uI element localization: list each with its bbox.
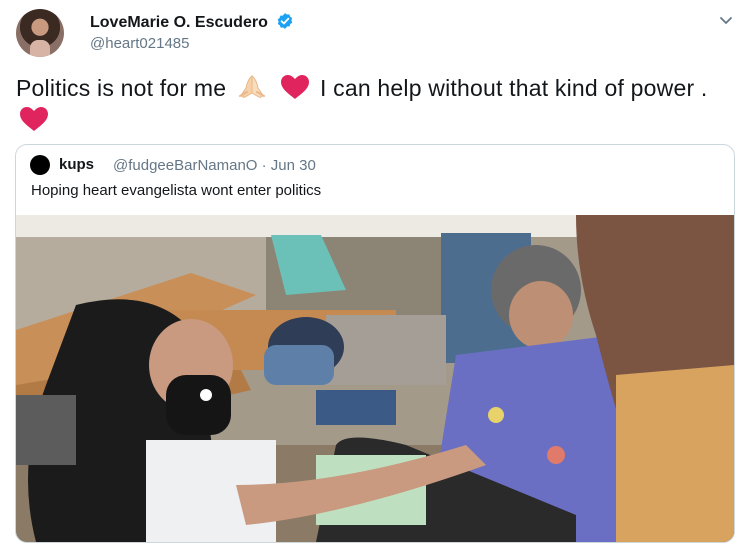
author-name-row: LoveMarie O. Escudero	[90, 12, 294, 32]
quoted-tweet-text: Hoping heart evangelista wont enter poli…	[31, 182, 322, 199]
chevron-down-icon[interactable]	[718, 12, 734, 28]
verified-badge-icon	[278, 13, 293, 29]
folded-hands-icon	[238, 75, 265, 98]
quoted-tweet-photo[interactable]	[16, 215, 734, 542]
red-heart-icon	[281, 75, 310, 99]
quoted-author-name[interactable]: kups	[59, 156, 94, 173]
author-handle[interactable]: @heart021485	[90, 35, 189, 52]
quoted-author-handle-date[interactable]: @fudgeeBarNamanO · Jun 30	[113, 157, 316, 174]
tweet-text: Politics is not for me I can help withou…	[16, 72, 736, 136]
author-display-name[interactable]: LoveMarie O. Escudero	[90, 14, 268, 31]
tweet-text-part2: I can help without that kind of power .	[319, 75, 708, 101]
author-avatar[interactable]	[16, 9, 64, 57]
tweet-text-part1: Politics is not for me	[16, 75, 227, 101]
quoted-author-avatar[interactable]	[30, 155, 50, 175]
quoted-tweet[interactable]: kups @fudgeeBarNamanO · Jun 30 Hoping he…	[15, 144, 735, 543]
red-heart-icon	[20, 107, 48, 131]
